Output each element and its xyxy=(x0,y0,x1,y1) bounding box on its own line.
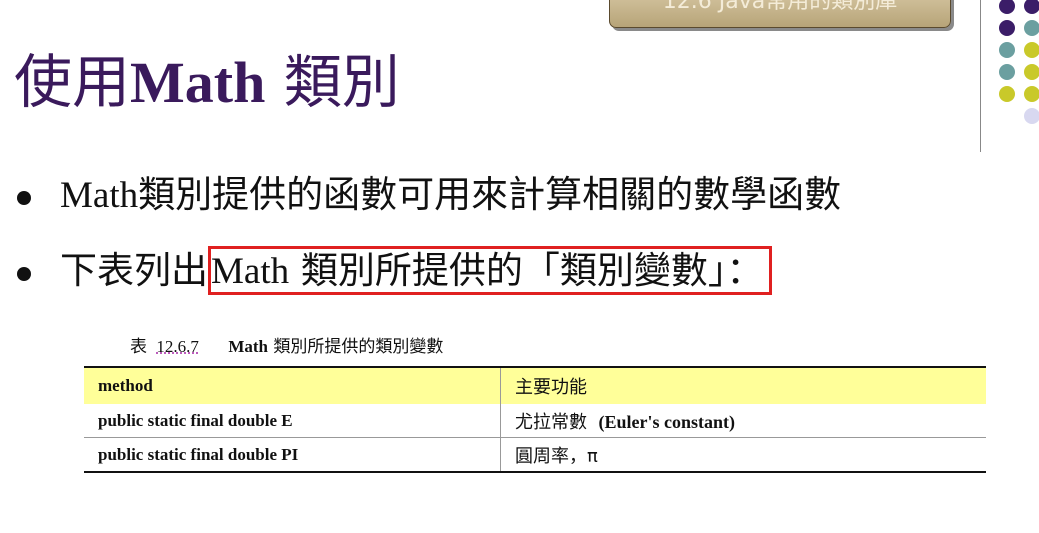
dot-11 xyxy=(1024,108,1039,124)
page-title: 使用Math 類別 xyxy=(14,42,400,123)
table-row: public static final double E 尤拉常數 (Euler… xyxy=(84,404,986,438)
dot-8 xyxy=(1024,64,1039,80)
dot-4 xyxy=(1024,20,1039,36)
bullet-2-text: 類別所提供的「類別變數」： xyxy=(289,249,764,292)
dot-6 xyxy=(1024,42,1039,58)
header-method: method xyxy=(84,367,501,404)
chapter-tab: 12.6 Java常用的類別庫 xyxy=(609,0,951,28)
dot-2 xyxy=(1024,0,1039,14)
row-desc-cn: 圓周率，π xyxy=(515,445,598,467)
highlight-box: Math 類別所提供的「類別變數」： xyxy=(208,246,773,295)
vertical-divider xyxy=(980,0,981,152)
bullet-1-math: Math xyxy=(60,175,139,216)
row-description: 圓周率，π xyxy=(500,437,986,472)
row-desc-en: (Euler's constant) xyxy=(598,411,735,432)
caption-label: 表 xyxy=(130,337,147,357)
class-variables-table: method 主要功能 public static final double E… xyxy=(84,366,986,473)
dot-9 xyxy=(999,86,1015,102)
dot-10 xyxy=(1024,86,1039,102)
row-desc-cn: 尤拉常數 xyxy=(515,411,587,433)
caption-text: 類別所提供的類別變數 xyxy=(267,337,444,357)
bullet-item-1: Math類別提供的函數可用來計算相關的數學函數 xyxy=(0,170,1000,220)
title-suffix: 類別 xyxy=(265,48,400,116)
table-caption: 表 12.6.7 Math 類別所提供的類別變數 xyxy=(130,332,443,357)
row-method: public static final double PI xyxy=(84,437,501,472)
chapter-tab-label: 12.6 Java常用的類別庫 xyxy=(662,0,898,14)
dot-5 xyxy=(999,42,1015,58)
table-header-row: method 主要功能 xyxy=(84,367,986,404)
bullet-1-text: 類別提供的函數可用來計算相關的數學函數 xyxy=(138,173,842,216)
caption-math: Math xyxy=(228,337,268,356)
row-description: 尤拉常數 (Euler's constant) xyxy=(500,404,986,438)
bullet-2-math: Math xyxy=(211,251,290,292)
title-prefix: 使用 xyxy=(14,48,131,116)
bullet-dot-icon xyxy=(17,267,31,281)
bullet-item-2: 下表列出Math 類別所提供的「類別變數」： xyxy=(0,246,1000,300)
title-math: Math xyxy=(130,50,266,115)
table-row: public static final double PI 圓周率，π xyxy=(84,437,986,472)
dot-3 xyxy=(999,20,1015,36)
header-function: 主要功能 xyxy=(500,367,986,404)
dot-7 xyxy=(999,64,1015,80)
bullet-2-lead: 下表列出 xyxy=(60,249,208,292)
dot-1 xyxy=(999,0,1015,14)
row-method: public static final double E xyxy=(84,404,501,438)
bullet-dot-icon xyxy=(17,191,31,205)
caption-number: 12.6.7 xyxy=(156,337,199,356)
